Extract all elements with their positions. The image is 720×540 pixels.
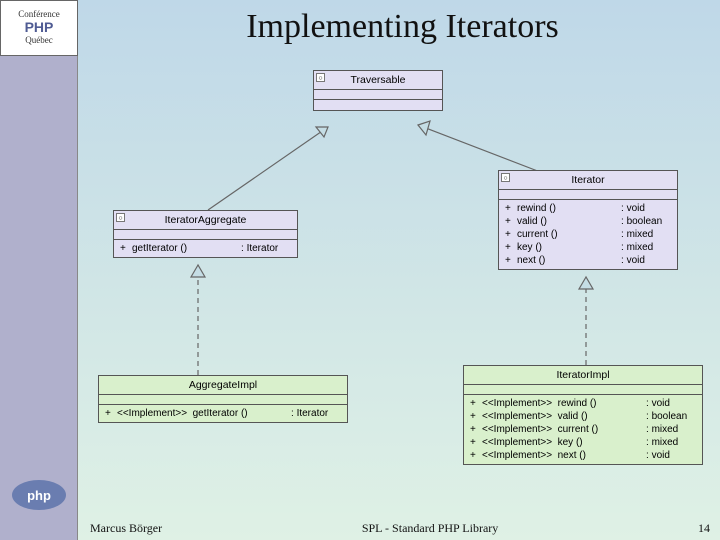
footer-page: 14 <box>698 521 710 536</box>
uml-name: Traversable <box>350 74 405 86</box>
uml-method-row: +<<Implement>> key ()mixed <box>468 436 698 449</box>
uml-methods-aggregate-impl: + <<Implement>> getIterator () Iterator <box>99 405 347 422</box>
uml-diagram: ○ Traversable ○ IteratorAggregate + getI… <box>78 55 720 512</box>
sidebar: Conférence PHP Québec php <box>0 0 78 540</box>
uml-method-row: + getIterator () Iterator <box>118 242 293 255</box>
uml-name: IteratorImpl <box>556 369 609 381</box>
uml-name: AggregateImpl <box>189 379 257 391</box>
uml-iterator: ○ Iterator +rewind ()void +valid ()boole… <box>498 170 678 270</box>
uml-methods-iterator: +rewind ()void +valid ()boolean +current… <box>499 200 677 269</box>
uml-traversable: ○ Traversable <box>313 70 443 111</box>
uml-method-row: +<<Implement>> next ()void <box>468 449 698 462</box>
pin-icon: ○ <box>316 73 325 82</box>
slide-title: Implementing Iterators <box>95 8 710 46</box>
footer-author: Marcus Börger <box>90 521 162 536</box>
pin-icon: ○ <box>501 173 510 182</box>
conference-brand: PHP <box>25 20 54 35</box>
php-logo-text: php <box>27 488 51 503</box>
uml-name: IteratorAggregate <box>165 214 247 226</box>
php-logo-icon: php <box>12 480 66 510</box>
uml-name: Iterator <box>571 174 604 186</box>
uml-method-row: +rewind ()void <box>503 202 673 215</box>
conference-bottom: Québec <box>25 36 52 46</box>
uml-method-row: +key ()mixed <box>503 241 673 254</box>
slide-footer: Marcus Börger SPL - Standard PHP Library… <box>90 521 710 536</box>
uml-methods-iterator-aggregate: + getIterator () Iterator <box>114 240 297 257</box>
uml-method-row: + <<Implement>> getIterator () Iterator <box>103 407 343 420</box>
uml-method-row: +valid ()boolean <box>503 215 673 228</box>
uml-iterator-impl: IteratorImpl +<<Implement>> rewind ()voi… <box>463 365 703 465</box>
uml-method-row: +next ()void <box>503 254 673 267</box>
uml-aggregate-impl: AggregateImpl + <<Implement>> getIterato… <box>98 375 348 423</box>
uml-iterator-aggregate: ○ IteratorAggregate + getIterator () Ite… <box>113 210 298 258</box>
uml-method-row: +current ()mixed <box>503 228 673 241</box>
uml-method-row: +<<Implement>> current ()mixed <box>468 423 698 436</box>
uml-methods-iterator-impl: +<<Implement>> rewind ()void +<<Implemen… <box>464 395 702 464</box>
footer-center: SPL - Standard PHP Library <box>162 521 698 536</box>
uml-method-row: +<<Implement>> valid ()boolean <box>468 410 698 423</box>
uml-method-row: +<<Implement>> rewind ()void <box>468 397 698 410</box>
conference-logo: Conférence PHP Québec <box>0 0 78 56</box>
pin-icon: ○ <box>116 213 125 222</box>
